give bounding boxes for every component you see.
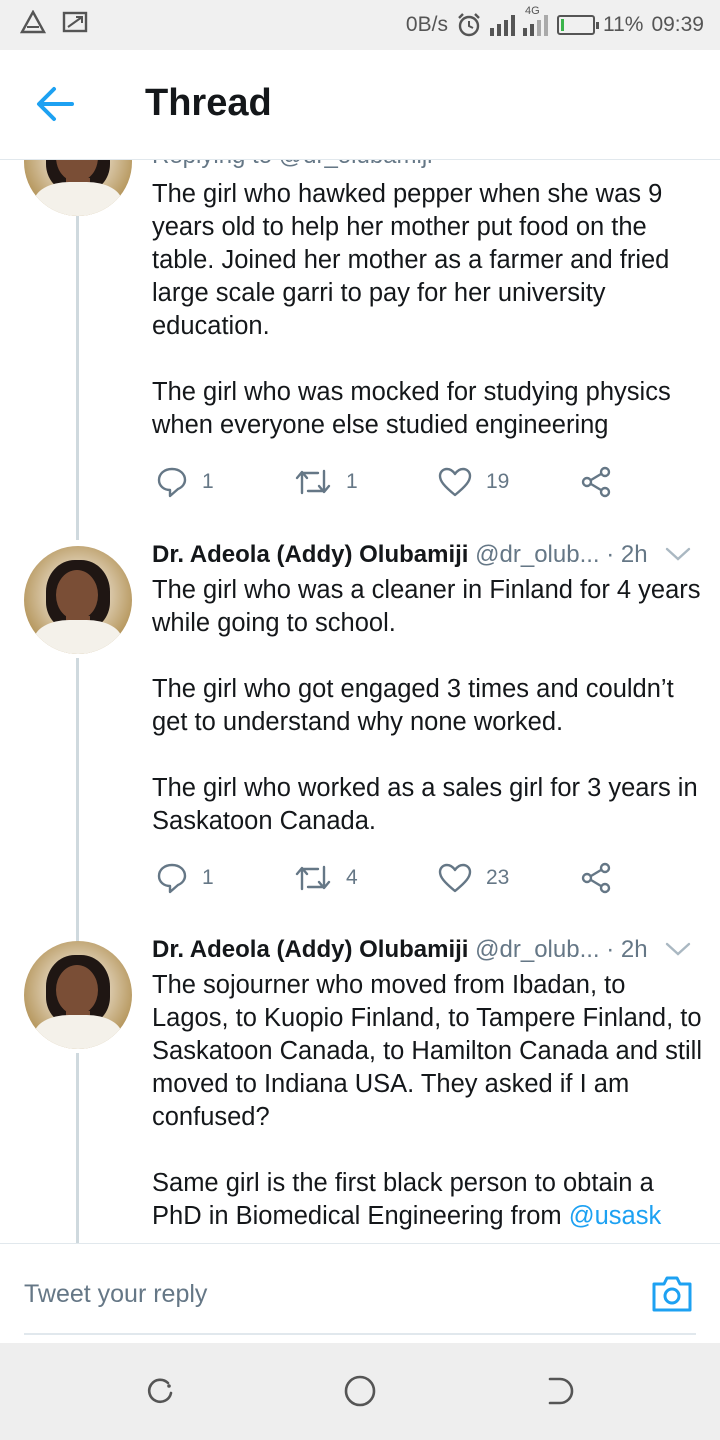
camera-icon	[652, 1276, 692, 1312]
warning-icon	[20, 10, 46, 34]
page-title: Thread	[145, 82, 272, 124]
status-right: 0B/s 4G 11% 09:39	[405, 5, 704, 38]
thread-connector	[76, 658, 79, 948]
recent-apps-button[interactable]	[142, 1373, 178, 1409]
tweet[interactable]: Replying to @dr_olubamiji The girl who h…	[0, 160, 720, 540]
retweet-icon	[295, 469, 331, 495]
tweet-time: · 2h	[606, 541, 648, 568]
share-button[interactable]	[580, 464, 612, 500]
author-handle[interactable]: @dr_olub...	[475, 541, 599, 568]
retweet-count: 4	[346, 866, 358, 889]
tweet-header: Dr. Adeola (Addy) Olubamiji @dr_olub... …	[152, 541, 700, 575]
avatar[interactable]	[24, 160, 132, 216]
home-button[interactable]	[342, 1373, 378, 1409]
tweet-text: The girl who hawked pepper when she was …	[152, 178, 702, 442]
system-nav-bar	[0, 1343, 720, 1440]
reply-input[interactable]: Tweet your reply	[24, 1280, 207, 1309]
tweet-paragraph: The sojourner who moved from Ibadan, to …	[152, 971, 703, 1131]
tweet-text: The sojourner who moved from Ibadan, to …	[152, 969, 702, 1233]
retweet-icon	[295, 865, 331, 891]
tweet-time: · 2h	[606, 936, 648, 963]
author-name[interactable]: Dr. Adeola (Addy) Olubamiji	[152, 936, 468, 963]
signal-icon	[489, 14, 515, 36]
tweet-actions: 1 4 23	[156, 860, 626, 896]
tweet-paragraph: The girl who hawked pepper when she was …	[152, 180, 670, 340]
signal-4g: 4G	[522, 5, 549, 36]
thread-connector	[76, 216, 79, 540]
retweet-button[interactable]: 4	[294, 860, 358, 896]
reply-icon	[157, 863, 187, 894]
reply-count: 1	[202, 470, 214, 493]
back-button[interactable]	[34, 84, 78, 124]
tweet-paragraph: Same girl is the first black person to o…	[152, 1169, 662, 1230]
mention-link[interactable]: @usask	[569, 1202, 662, 1230]
tweet[interactable]: Dr. Adeola (Addy) Olubamiji @dr_olub... …	[0, 540, 720, 948]
like-button[interactable]: 23	[438, 860, 509, 896]
camera-button[interactable]	[650, 1274, 694, 1314]
recent-apps-icon	[147, 1378, 173, 1404]
reply-button[interactable]: 1	[156, 464, 214, 500]
chevron-down-icon[interactable]	[664, 543, 692, 565]
tweet-paragraph: The girl who was mocked for studying phy…	[152, 378, 671, 439]
avatar[interactable]	[24, 941, 132, 1049]
clock: 09:39	[651, 13, 704, 36]
tweet-paragraph: The girl who worked as a sales girl for …	[152, 774, 698, 835]
share-icon	[581, 466, 611, 498]
home-icon	[344, 1375, 376, 1407]
chevron-down-icon[interactable]	[664, 938, 692, 960]
tweet-paragraph: The girl who got engaged 3 times and cou…	[152, 675, 674, 736]
reply-count: 1	[202, 866, 214, 889]
replying-to[interactable]: Replying to @dr_olubamiji	[152, 160, 433, 170]
like-icon	[438, 467, 472, 497]
alarm-icon	[458, 13, 480, 37]
tweet[interactable]: Dr. Adeola (Addy) Olubamiji @dr_olub... …	[0, 935, 720, 1243]
share-button[interactable]	[580, 860, 612, 896]
tweet-text: The girl who was a cleaner in Finland fo…	[152, 574, 702, 838]
like-icon	[438, 863, 472, 893]
network-speed: 0B/s	[405, 13, 448, 36]
status-bar: 0B/s 4G 11% 09:39	[0, 0, 720, 50]
author-name[interactable]: Dr. Adeola (Addy) Olubamiji	[152, 541, 468, 568]
tweet-actions: 1 1 19	[156, 464, 626, 500]
reply-bar: Tweet your reply	[0, 1243, 720, 1343]
like-count: 19	[486, 470, 510, 493]
author-handle[interactable]: @dr_olub...	[475, 936, 599, 963]
status-left	[20, 10, 88, 34]
retweet-count: 1	[346, 470, 358, 493]
reply-button[interactable]: 1	[156, 860, 214, 896]
screencast-icon	[62, 11, 88, 33]
like-count: 23	[486, 866, 510, 889]
tweet-paragraph: The girl who was a cleaner in Finland fo…	[152, 576, 701, 637]
reply-icon	[157, 467, 187, 498]
like-button[interactable]: 19	[438, 464, 509, 500]
header: Thread	[0, 50, 720, 160]
reply-underline	[24, 1333, 696, 1335]
battery-icon	[556, 15, 599, 35]
share-icon	[581, 862, 611, 894]
battery-percent: 11%	[602, 13, 644, 36]
back-nav-button[interactable]	[542, 1373, 578, 1409]
thread-content[interactable]: Replying to @dr_olubamiji The girl who h…	[0, 160, 720, 1243]
back-icon	[548, 1377, 574, 1405]
tweet-header: Dr. Adeola (Addy) Olubamiji @dr_olub... …	[152, 936, 700, 970]
back-arrow-icon	[37, 87, 74, 121]
thread-connector	[76, 1053, 79, 1243]
retweet-button[interactable]: 1	[294, 464, 358, 500]
avatar[interactable]	[24, 546, 132, 654]
